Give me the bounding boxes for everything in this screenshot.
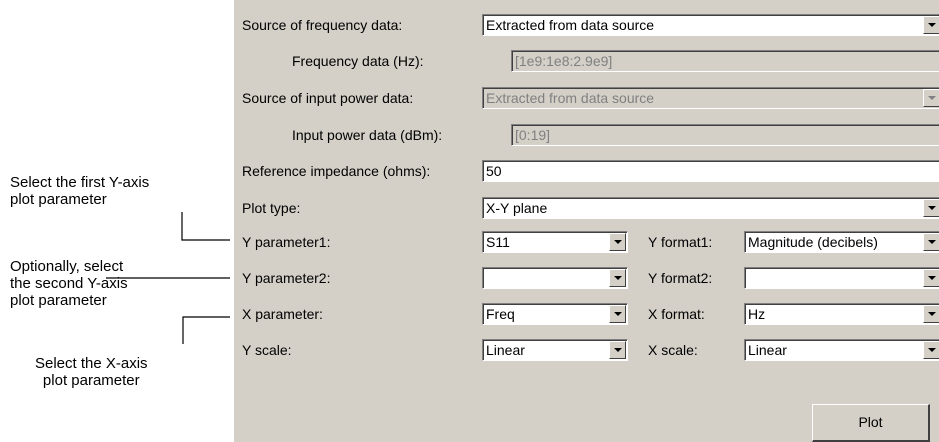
source-freq-value: Extracted from data source bbox=[486, 17, 655, 33]
freq-data-field: [1e9:1e8:2.9e9] bbox=[511, 50, 939, 72]
power-data-value: [0:19] bbox=[515, 127, 551, 143]
power-data-label: Input power data (dBm): bbox=[292, 127, 443, 143]
chevron-down-icon[interactable] bbox=[923, 341, 939, 359]
y-format1-label: Y format1: bbox=[648, 234, 713, 250]
chevron-down-icon[interactable] bbox=[609, 305, 626, 323]
y-format2-label: Y format2: bbox=[648, 270, 713, 286]
x-scale-value: Linear bbox=[748, 342, 787, 358]
source-freq-label: Source of frequency data: bbox=[242, 17, 403, 33]
y-param1-value: S11 bbox=[486, 234, 510, 250]
x-format-label: X format: bbox=[648, 306, 705, 322]
source-power-value: Extracted from data source bbox=[486, 90, 655, 106]
freq-data-label: Frequency data (Hz): bbox=[292, 53, 424, 69]
ref-impedance-value: 50 bbox=[486, 163, 502, 179]
plot-button[interactable]: Plot bbox=[812, 404, 930, 442]
chevron-down-icon bbox=[923, 89, 939, 107]
x-param-dropdown[interactable]: Freq bbox=[482, 303, 628, 325]
ref-impedance-field[interactable]: 50 bbox=[482, 160, 939, 182]
plot-type-label: Plot type: bbox=[242, 200, 301, 216]
x-format-value: Hz bbox=[748, 306, 766, 322]
source-power-dropdown: Extracted from data source bbox=[482, 87, 939, 109]
chevron-down-icon[interactable] bbox=[923, 233, 939, 251]
x-scale-dropdown[interactable]: Linear bbox=[744, 339, 939, 361]
x-param-value: Freq bbox=[486, 306, 515, 322]
y-param2-label: Y parameter2: bbox=[242, 270, 331, 286]
plot-type-value: X-Y plane bbox=[486, 200, 548, 216]
ref-impedance-label: Reference impedance (ohms): bbox=[242, 163, 431, 179]
source-freq-dropdown[interactable]: Extracted from data source bbox=[482, 14, 939, 36]
chevron-down-icon[interactable] bbox=[609, 341, 626, 359]
x-scale-label: X scale: bbox=[648, 342, 698, 358]
x-param-label: X parameter: bbox=[242, 306, 323, 322]
x-format-dropdown[interactable]: Hz bbox=[744, 303, 939, 325]
chevron-down-icon[interactable] bbox=[923, 199, 939, 217]
chevron-down-icon[interactable] bbox=[923, 269, 939, 287]
y-scale-dropdown[interactable]: Linear bbox=[482, 339, 628, 361]
y-param1-label: Y parameter1: bbox=[242, 234, 331, 250]
freq-data-value: [1e9:1e8:2.9e9] bbox=[515, 53, 613, 69]
y-format1-dropdown[interactable]: Magnitude (decibels) bbox=[744, 231, 939, 253]
y-param2-dropdown[interactable] bbox=[482, 267, 628, 289]
chevron-down-icon[interactable] bbox=[923, 16, 939, 34]
chevron-down-icon[interactable] bbox=[609, 269, 626, 287]
y-format1-value: Magnitude (decibels) bbox=[748, 234, 878, 250]
y-format2-dropdown[interactable] bbox=[744, 267, 939, 289]
y-scale-label: Y scale: bbox=[242, 342, 292, 358]
source-power-label: Source of input power data: bbox=[242, 90, 414, 106]
plot-type-dropdown[interactable]: X-Y plane bbox=[482, 197, 939, 219]
chevron-down-icon[interactable] bbox=[923, 305, 939, 323]
y-param1-dropdown[interactable]: S11 bbox=[482, 231, 628, 253]
power-data-field: [0:19] bbox=[511, 124, 939, 146]
y-scale-value: Linear bbox=[486, 342, 525, 358]
chevron-down-icon[interactable] bbox=[609, 233, 626, 251]
parameters-panel: Source of frequency data: Extracted from… bbox=[234, 0, 939, 442]
